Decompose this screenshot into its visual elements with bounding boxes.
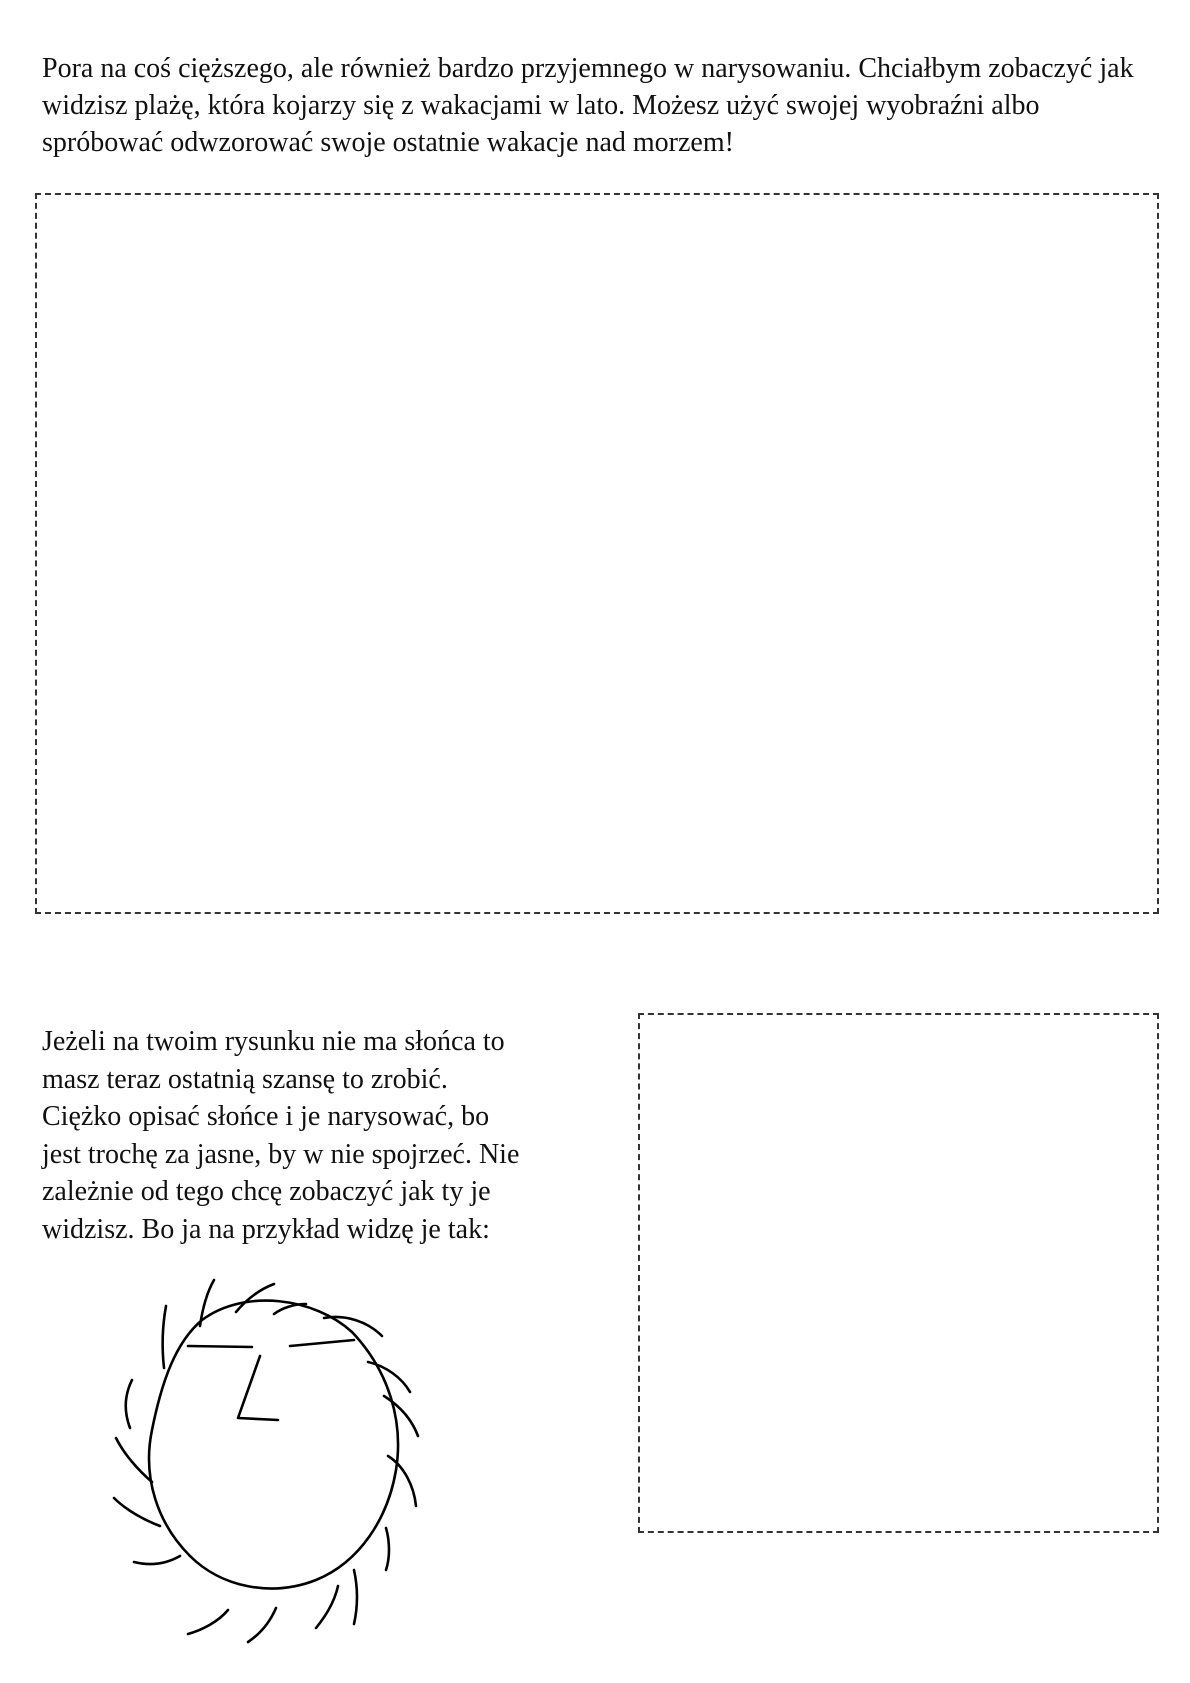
sun-ray (384, 1526, 391, 1572)
sun-text-line: Ciężko opisać słońce i je narysować, bo (42, 1101, 490, 1132)
sun-right-eye (288, 1338, 356, 1348)
sun-circle (147, 1299, 400, 1590)
sun-left-eye (186, 1344, 254, 1349)
sun-ray (112, 1496, 162, 1528)
sun-ray (132, 1554, 182, 1566)
sun-ray (246, 1606, 278, 1644)
sun-nose (236, 1354, 280, 1422)
sun-text-line: jest trochę za jasne, by w nie spojrzeć.… (42, 1138, 520, 1170)
sun-ray (114, 1436, 154, 1484)
sun-ray (352, 1568, 359, 1626)
sun-ray (198, 1278, 216, 1328)
sun-text-line: zależnie od tego chcę zobaczyć jak ty je (42, 1176, 491, 1207)
sun-sketch-illustration (112, 1278, 420, 1644)
sun-ray (386, 1454, 418, 1508)
sun-ray (234, 1282, 276, 1314)
sun-text-line: widzisz. Bo ja na przykład widzę je tak: (42, 1213, 490, 1245)
sun-ray (366, 1360, 412, 1394)
sun-ray (186, 1608, 230, 1636)
sun-ray (314, 1584, 340, 1630)
sun-ray (124, 1378, 134, 1430)
sun-instruction-text: Jeżeli na twoim rysunku nie ma słońca to… (42, 1023, 562, 1248)
sun-ray (382, 1394, 420, 1438)
beach-drawing-area[interactable] (35, 193, 1159, 914)
sun-text-line: Jeżeli na twoim rysunku nie ma słońca to (42, 1026, 505, 1057)
instruction-text: Pora na coś cięższego, ale również bardz… (42, 53, 1134, 158)
sun-ray (161, 1304, 168, 1370)
sun-text-line: masz teraz ostatnią szansę to zrobić. (42, 1063, 448, 1095)
sun-drawing-area[interactable] (638, 1013, 1159, 1533)
